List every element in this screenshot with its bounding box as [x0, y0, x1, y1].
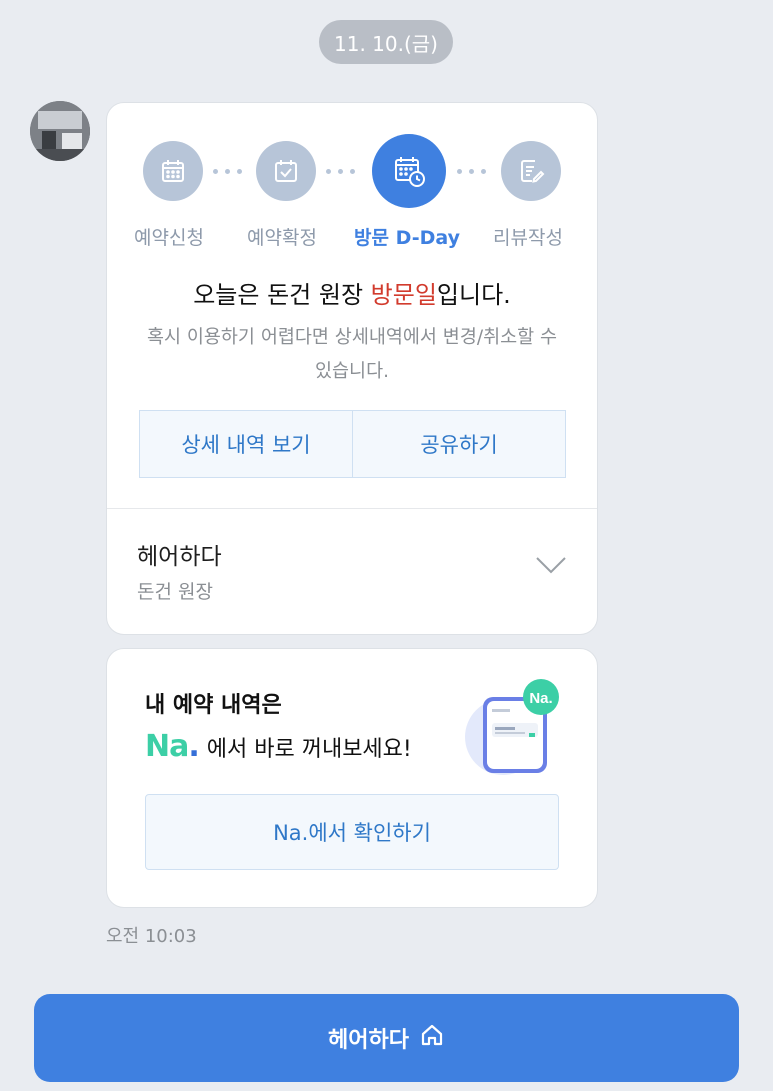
view-details-button[interactable]: 상세 내역 보기 [140, 411, 352, 477]
date-divider: 11. 10.(금) [319, 20, 453, 64]
headline-prefix: 오늘은 돈건 원장 [193, 281, 371, 309]
avatar[interactable] [30, 101, 90, 161]
step-dots [457, 169, 486, 174]
na-logo-text: Na [145, 729, 189, 764]
calendar-check-icon [256, 141, 316, 201]
promo-text: 에서 바로 꺼내보세요! [206, 737, 412, 762]
promo-line: Na. 에서 바로 꺼내보세요! [145, 729, 412, 764]
step-label-visit-dday: 방문 D-Day [354, 227, 460, 249]
step-label-request: 예약신청 [134, 227, 204, 249]
subtext: 혹시 이용하기 어렵다면 상세내역에서 변경/취소할 수 있습니다. [146, 327, 558, 382]
promo-title: 내 예약 내역은 [145, 693, 282, 718]
chevron-down-icon[interactable] [535, 555, 567, 579]
step-label-review: 리뷰작성 [493, 227, 563, 249]
shop-home-label: 헤어하다 [328, 1028, 409, 1053]
step-dots [213, 169, 242, 174]
headline: 오늘은 돈건 원장 방문일입니다. [107, 275, 597, 310]
calendar-clock-icon [372, 134, 446, 208]
na-promo-card: 내 예약 내역은 Na. 에서 바로 꺼내보세요! Na. Na.에서 확인하기 [106, 648, 598, 908]
divider [107, 508, 597, 509]
shop-name[interactable]: 헤어하다 [137, 537, 222, 571]
review-edit-icon [501, 141, 561, 201]
action-buttons: 상세 내역 보기 공유하기 [139, 410, 566, 478]
step-dots [326, 169, 355, 174]
message-timestamp: 오전 10:03 [106, 926, 197, 947]
share-button[interactable]: 공유하기 [352, 411, 565, 477]
headline-suffix: 입니다. [436, 281, 511, 309]
phone-illustration-icon: Na. [461, 679, 561, 779]
step-label-confirmed: 예약확정 [247, 227, 317, 249]
na-badge-text: Na. [529, 690, 552, 707]
reservation-card: 예약신청 예약확정 방문 D-Day 리뷰작성 오늘은 돈건 원장 방문일입니다… [106, 102, 598, 635]
home-icon [419, 1022, 445, 1054]
check-in-na-button[interactable]: Na.에서 확인하기 [145, 794, 559, 870]
shop-home-button[interactable]: 헤어하다 [34, 994, 739, 1082]
na-logo: Na. [145, 729, 200, 764]
headline-highlight: 방문일 [370, 281, 437, 309]
designer-name: 돈건 원장 [137, 581, 213, 603]
calendar-icon [143, 141, 203, 201]
na-logo-dot: . [188, 729, 199, 764]
